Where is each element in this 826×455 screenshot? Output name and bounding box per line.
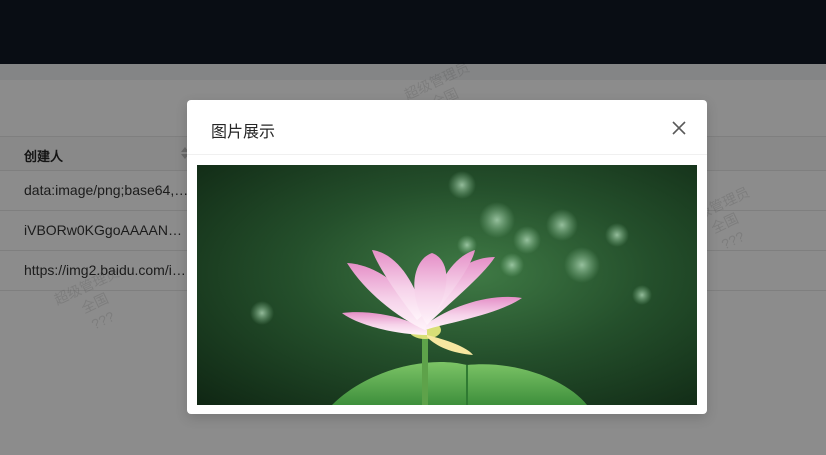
close-icon[interactable]	[669, 118, 689, 138]
modal-header: 图片展示	[187, 100, 707, 155]
lotus-flower-image	[197, 165, 697, 405]
modal-body	[197, 165, 697, 405]
modal-title: 图片展示	[211, 124, 276, 141]
image-preview-modal: 图片展示	[187, 100, 707, 414]
